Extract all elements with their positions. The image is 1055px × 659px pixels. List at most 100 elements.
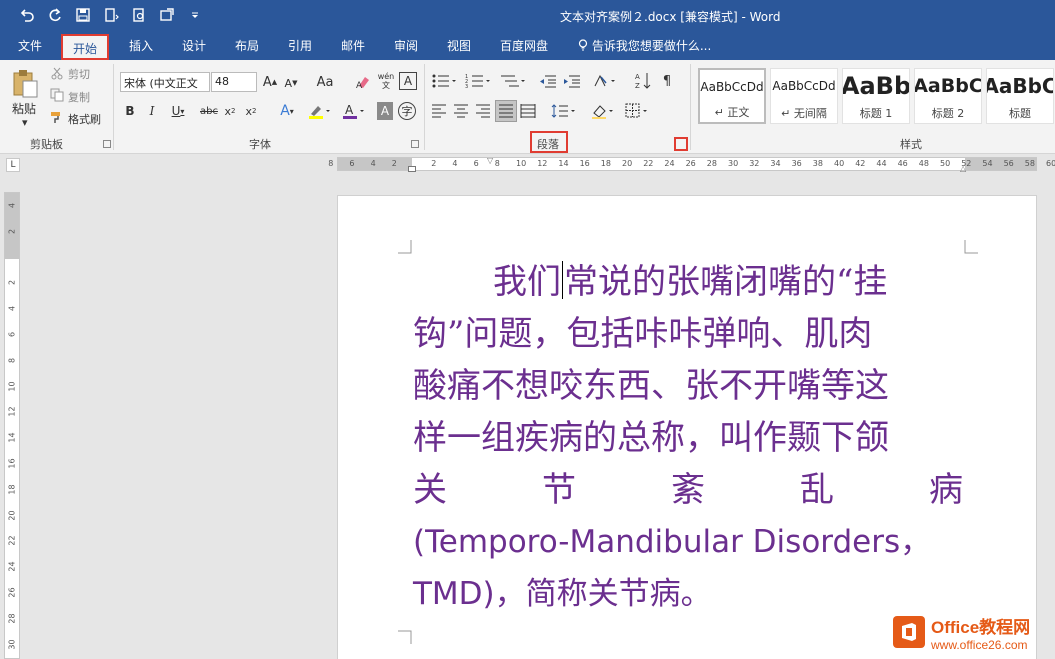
undo-icon[interactable] [16,4,38,26]
clipboard-launcher-icon[interactable] [103,140,111,148]
font-launcher-icon[interactable] [411,140,419,148]
format-painter-icon[interactable] [50,110,64,124]
chinese-layout-icon[interactable] [592,72,620,90]
ruler-tick-label: 22 [7,535,17,546]
document-body[interactable]: 我们常说的张嘴闭嘴的“挂 钩”问题，包括咔咔弹响、肌肉 酸痛不想咬东西、张不开嘴… [413,256,963,620]
tab-file[interactable]: 文件 [18,37,42,54]
style-name: 标题 2 [931,107,965,120]
tab-mailings[interactable]: 邮件 [341,37,365,54]
ruler-tick-label: 24 [664,159,675,168]
decrease-indent-icon[interactable] [538,72,558,90]
tab-baidu-netdisk[interactable]: 百度网盘 [500,37,548,54]
italic-icon[interactable]: I [145,102,159,120]
character-shading-icon[interactable]: A [377,102,393,120]
style-sample: AaBb [843,72,909,100]
grow-font-icon[interactable]: A ▲ [261,72,279,92]
show-hide-marks-icon[interactable]: ¶ [660,72,674,90]
align-left-icon[interactable] [430,102,448,120]
left-indent-marker-icon[interactable] [408,166,416,172]
tab-layout[interactable]: 布局 [235,37,259,54]
clipboard-group-label: 剪贴板 [30,138,63,151]
cut-label[interactable]: 剪切 [68,66,90,82]
redo-icon[interactable] [44,4,66,26]
align-center-icon[interactable] [452,102,470,120]
styles-group-label: 样式 [900,138,922,151]
bold-icon[interactable]: B [123,102,137,120]
ruler-tick-label: 26 [7,587,17,598]
align-right-icon[interactable] [474,102,492,120]
ruler-tick-label: 36 [791,159,802,168]
phonetic-guide-icon[interactable]: wén 文 [376,70,396,92]
subscript-icon[interactable]: x2 [222,102,238,120]
copy-icon[interactable] [50,88,64,102]
print-preview-icon[interactable] [128,4,150,26]
bullets-icon[interactable] [430,72,460,90]
borders-icon[interactable] [624,102,652,120]
superscript-icon[interactable]: x2 [243,102,259,120]
style-sample: AaBbC [915,75,981,97]
text-effects-icon[interactable]: A ▾ [275,102,299,120]
tell-me-search[interactable]: 告诉我您想要做什么... [578,37,711,54]
ruler-tick-label: 6 [349,159,355,168]
first-line-indent-marker-icon[interactable]: ▽ [487,156,493,165]
ruler-tick-label: 10 [7,381,17,392]
highlight-color-icon[interactable] [306,102,334,120]
paragraph-line: 酸痛不想咬东西、张不开嘴等这 [413,366,889,406]
touch-mode-icon[interactable] [100,4,122,26]
customize-qat-icon[interactable] [184,4,206,26]
tab-insert[interactable]: 插入 [129,37,153,54]
style-heading-1[interactable]: AaBb 标题 1 [842,68,910,124]
multilevel-list-icon[interactable] [498,72,528,90]
tab-selector-icon[interactable]: L [6,158,20,172]
horizontal-ruler[interactable]: ▽ △ 8 6 4 2 2 4 6 8 10 12 14 16 18 20 22 24 26 28 30 32 34 36… [328,156,1055,173]
change-case-icon[interactable]: Aa [312,72,338,92]
copy-label[interactable]: 复制 [68,89,90,105]
font-name-combo[interactable]: 宋体 (中文正文 [120,72,210,92]
screenshot-icon[interactable] [156,4,178,26]
shrink-font-icon[interactable]: A ▼ [282,73,300,93]
line-spacing-icon[interactable] [550,102,578,120]
tab-references[interactable]: 引用 [288,37,312,54]
ruler-tick-label: 50 [940,159,951,168]
justified-char: 病 [929,470,963,510]
paste-label[interactable]: 粘贴 [12,100,36,117]
watermark-url: www.office26.com [931,637,1028,652]
font-name-value: 宋体 (中文正文 [124,77,198,90]
svg-text:A: A [345,103,354,117]
style-title[interactable]: AaBbC 标题 [986,68,1054,124]
document-page[interactable]: 我们常说的张嘴闭嘴的“挂 钩”问题，包括咔咔弹响、肌肉 酸痛不想咬东西、张不开嘴… [337,195,1037,659]
ruler-tick-label: 8 [328,159,334,168]
sort-icon[interactable]: AZ [634,70,652,92]
style-heading-2[interactable]: AaBbC 标题 2 [914,68,982,124]
distributed-icon[interactable] [519,102,537,120]
numbering-icon[interactable]: 123 [464,72,494,90]
paragraph-shading-icon[interactable] [590,102,618,120]
font-size-combo[interactable]: 48 [211,72,257,92]
justify-icon[interactable] [495,100,517,122]
ruler-tick-label: 30 [7,639,17,650]
tab-view[interactable]: 视图 [447,37,471,54]
tab-review[interactable]: 审阅 [394,37,418,54]
cut-icon[interactable] [50,66,64,80]
vertical-ruler[interactable]: 4 2 2 4 6 8 10 12 14 16 18 20 22 24 26 28 30 [4,192,20,659]
paragraph-launcher-icon[interactable] [674,137,688,151]
style-sample: AaBbC [987,74,1053,98]
ribbon-tabs: 文件 开始 插入 设计 布局 引用 邮件 审阅 视图 百度网盘 告诉我您想要做什… [0,32,1055,60]
font-color-icon[interactable]: A [340,102,368,120]
strikethrough-icon[interactable]: abc [199,102,219,120]
style-normal[interactable]: AaBbCcDd ↵ 正文 [698,68,766,124]
format-painter-label[interactable]: 格式刷 [68,111,101,127]
increase-indent-icon[interactable] [562,72,582,90]
font-size-value: 48 [215,75,229,88]
underline-icon[interactable]: U ▾ [167,102,189,120]
ruler-tick-label: 20 [7,510,17,521]
paste-dropdown-icon[interactable]: ▾ [22,116,28,129]
enclose-characters-icon[interactable]: 字 [398,102,416,120]
save-icon[interactable] [72,4,94,26]
character-border-icon[interactable]: A [399,72,417,90]
tab-design[interactable]: 设计 [182,37,206,54]
paste-icon[interactable] [10,66,40,100]
tab-home[interactable]: 开始 [61,34,110,60]
clear-formatting-icon[interactable]: A [354,72,372,92]
style-no-spacing[interactable]: AaBbCcDd ↵ 无间隔 [770,68,838,124]
